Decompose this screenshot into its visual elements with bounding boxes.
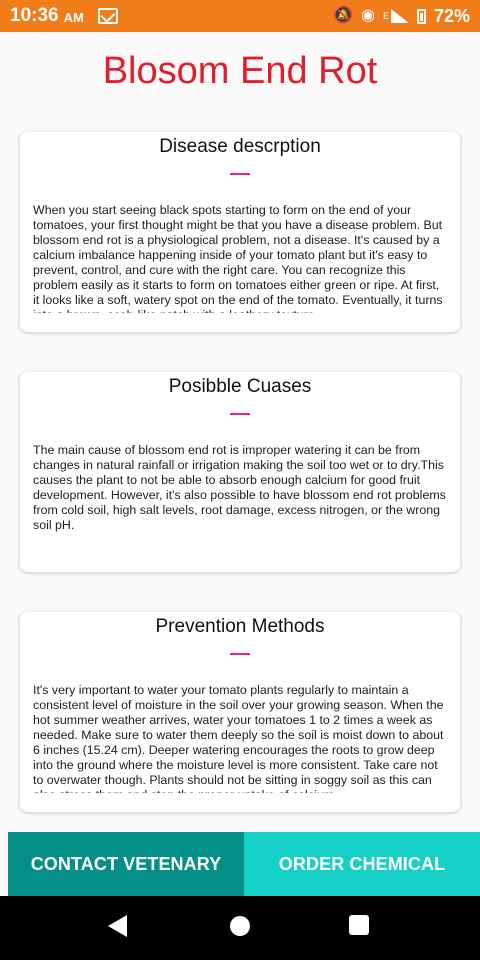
card-title: Disease descrption (159, 136, 321, 157)
card-divider (230, 653, 250, 655)
card-title: Prevention Methods (155, 616, 325, 637)
card-title: Posibble Cuases (168, 376, 312, 397)
hotspot-icon: ◉ (360, 7, 375, 24)
card-divider (230, 413, 250, 415)
battery-percent: 72% (433, 5, 470, 26)
card-prevention-methods: Prevention Methods It's very important t… (20, 612, 460, 812)
status-ampm: AM (63, 10, 84, 25)
card-text[interactable]: The main cause of blossom end rot is imp… (33, 443, 448, 553)
home-icon[interactable] (230, 916, 250, 936)
battery-icon (416, 8, 426, 24)
contact-vetenary-button[interactable]: CONTACT VETENARY (8, 832, 244, 896)
mute-icon: 🔕 (333, 7, 353, 24)
recent-apps-icon[interactable] (349, 915, 369, 935)
navigation-bar (0, 896, 480, 960)
card-possible-causes: Posibble Cuases The main cause of blosso… (20, 372, 460, 572)
card-divider (230, 173, 250, 175)
mail-icon (97, 8, 118, 24)
back-icon[interactable] (108, 915, 127, 937)
card-text[interactable]: It's very important to water your tomato… (33, 683, 448, 793)
network-type-label: E (382, 11, 389, 21)
order-chemical-button[interactable]: ORDER CHEMICAL (244, 832, 480, 896)
status-time: 10:36 (10, 5, 59, 26)
signal-icon (390, 9, 409, 23)
card-text[interactable]: When you start seeing black spots starti… (33, 203, 448, 313)
page-title: Blosom End Rot (102, 50, 378, 92)
card-disease-description: Disease descrption When you start seeing… (20, 132, 460, 332)
status-bar: 10:36 AM 🔕 ◉ E 72% (0, 0, 480, 32)
status-icons: 🔕 ◉ E 72% (333, 6, 470, 27)
